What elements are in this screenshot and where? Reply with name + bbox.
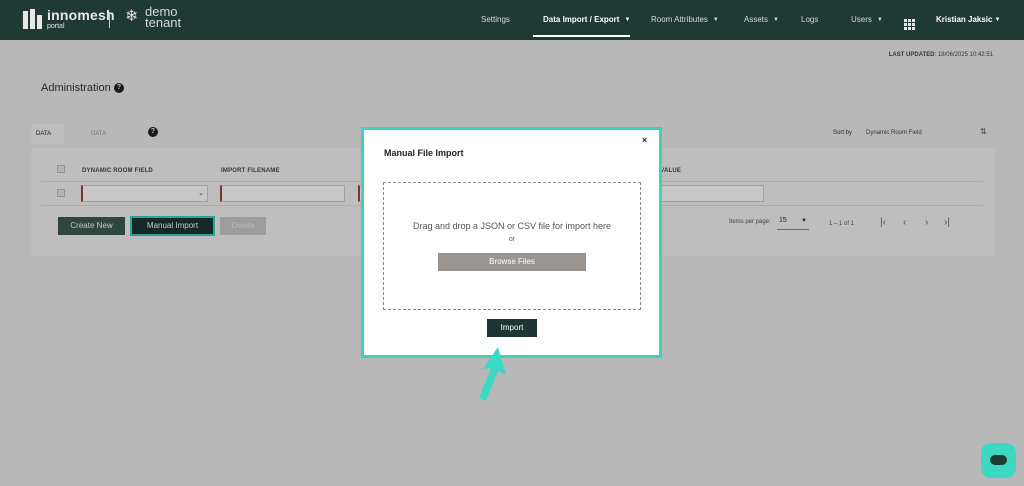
brand-divider: [109, 12, 110, 28]
innomesh-logo-icon: [23, 9, 43, 29]
brand-name: innomesh: [47, 7, 115, 23]
modal-title: Manual File Import: [384, 148, 464, 158]
chevron-down-icon: ▼: [624, 17, 631, 23]
nav-settings[interactable]: Settings: [481, 0, 510, 40]
nav-data-import-export[interactable]: Data Import / Export ▼: [543, 0, 630, 40]
browse-files-button[interactable]: Browse Files: [438, 253, 586, 271]
apps-grid-icon[interactable]: [904, 19, 915, 30]
brand-logo[interactable]: innomesh portal: [23, 8, 115, 30]
tenant-logo: ❄ demo tenant: [125, 5, 182, 30]
chat-icon: [990, 455, 1007, 465]
brand-subtitle: portal: [47, 23, 65, 30]
nav-room-attributes[interactable]: Room Attributes ▼: [651, 0, 719, 40]
chevron-down-icon: ▼: [773, 17, 779, 23]
chevron-down-icon: ▼: [994, 17, 1001, 23]
snowflake-icon: ❄: [125, 8, 139, 25]
or-separator: or: [508, 236, 516, 243]
active-nav-indicator: [533, 35, 630, 37]
import-button[interactable]: Import: [487, 319, 537, 337]
user-menu[interactable]: Kristian Jaksic ▼: [936, 0, 1000, 40]
pointer-arrow-icon: [479, 347, 506, 401]
file-drop-zone[interactable]: [383, 182, 641, 310]
chevron-down-icon: ▼: [712, 17, 719, 23]
nav-users[interactable]: Users ▼: [851, 0, 883, 40]
nav-assets[interactable]: Assets ▼: [744, 0, 779, 40]
nav-logs[interactable]: Logs: [801, 0, 818, 40]
drop-instructions: Drag and drop a JSON or CSV file for imp…: [412, 221, 612, 231]
tenant-line-2: tenant: [145, 15, 182, 30]
chat-support-button[interactable]: [981, 443, 1016, 478]
close-icon[interactable]: ×: [642, 135, 647, 145]
top-navigation-bar: innomesh portal ❄ demo tenant Settings D…: [0, 0, 1024, 40]
chevron-down-icon: ▼: [876, 17, 883, 23]
